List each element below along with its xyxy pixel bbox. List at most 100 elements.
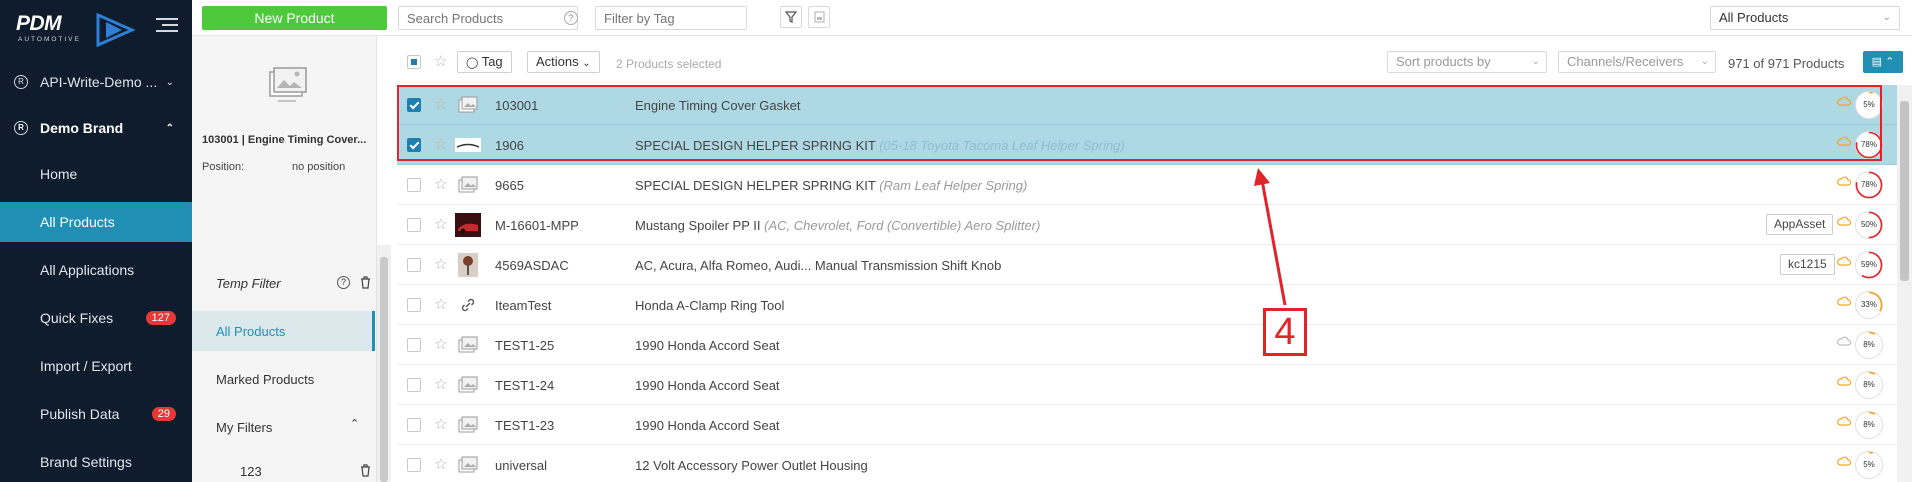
collapse-menu-icon[interactable] (156, 18, 178, 36)
sidebar-item-publish-data[interactable]: Publish Data 29 (0, 394, 192, 434)
new-product-button[interactable]: New Product (202, 6, 387, 30)
product-sku[interactable]: IteamTest (495, 298, 551, 313)
product-thumbnail[interactable] (455, 213, 481, 237)
product-name[interactable]: Mustang Spoiler PP II (AC, Chevrolet, Fo… (635, 218, 1040, 233)
sidebar-item-import-export[interactable]: Import / Export (0, 346, 192, 386)
help-icon[interactable]: ? (337, 276, 350, 289)
sidebar-item-all-applications[interactable]: All Applications (0, 250, 192, 290)
select-all-checkbox[interactable] (407, 55, 421, 69)
product-sku[interactable]: 9665 (495, 178, 524, 193)
sidebar-item-all-products[interactable]: All Products (0, 202, 192, 242)
star-icon[interactable]: ☆ (434, 415, 447, 433)
tag-button[interactable]: ◯ Tag (457, 51, 512, 73)
product-sku[interactable]: 4569ASDAC (495, 258, 569, 273)
star-icon[interactable]: ☆ (434, 335, 447, 353)
product-sku[interactable]: universal (495, 458, 547, 473)
row-checkbox[interactable] (407, 138, 421, 152)
product-name[interactable]: 1990 Honda Accord Seat (635, 418, 780, 433)
product-view-select[interactable]: All Products ⌄ (1710, 6, 1900, 30)
star-icon[interactable]: ☆ (434, 95, 447, 113)
channels-receivers-dropdown[interactable]: Channels/Receivers ⌄ (1558, 51, 1716, 73)
no-image-icon[interactable] (455, 453, 481, 477)
scrollbar-thumb[interactable] (380, 257, 388, 482)
product-sku[interactable]: 103001 (495, 98, 538, 113)
row-checkbox[interactable] (407, 418, 421, 432)
sort-products-dropdown[interactable]: Sort products by ⌄ (1387, 51, 1547, 73)
star-icon[interactable]: ☆ (434, 52, 447, 70)
no-image-icon[interactable] (455, 93, 481, 117)
row-checkbox[interactable] (407, 258, 421, 272)
table-row[interactable]: ☆ M-16601-MPP Mustang Spoiler PP II (AC, C… (397, 205, 1897, 245)
product-name[interactable]: 1990 Honda Accord Seat (635, 338, 780, 353)
product-thumbnail[interactable] (455, 133, 481, 157)
completeness-indicator[interactable]: 50% (1855, 211, 1883, 239)
product-sku[interactable]: TEST1-24 (495, 378, 554, 393)
product-name[interactable]: Honda A-Clamp Ring Tool (635, 298, 784, 313)
save-filter-icon[interactable] (808, 6, 830, 28)
star-icon[interactable]: ☆ (434, 215, 447, 233)
star-icon[interactable]: ☆ (434, 375, 447, 393)
link-icon[interactable] (455, 293, 481, 317)
filter-by-tag-input[interactable] (595, 6, 747, 30)
table-row[interactable]: ☆ 103001 Engine Timing Cover Gasket 5% (397, 85, 1897, 125)
no-image-icon[interactable] (455, 373, 481, 397)
trash-icon[interactable] (360, 276, 371, 289)
no-image-icon[interactable] (455, 333, 481, 357)
scrollbar-thumb[interactable] (1900, 101, 1909, 281)
row-checkbox[interactable] (407, 458, 421, 472)
star-icon[interactable]: ☆ (434, 175, 447, 193)
product-tag[interactable]: kc1215 (1780, 254, 1835, 275)
star-icon[interactable]: ☆ (434, 455, 447, 473)
product-name[interactable]: 12 Volt Accessory Power Outlet Housing (635, 458, 868, 473)
product-sku[interactable]: M-16601-MPP (495, 218, 579, 233)
completeness-indicator[interactable]: 5% (1855, 91, 1883, 119)
star-icon[interactable]: ☆ (434, 135, 447, 153)
row-checkbox[interactable] (407, 98, 421, 112)
product-thumbnail[interactable] (455, 253, 481, 277)
table-row[interactable]: ☆ TEST1-25 1990 Honda Accord Seat 8% (397, 325, 1897, 365)
table-row[interactable]: ☆ IteamTest Honda A-Clamp Ring Tool 33% (397, 285, 1897, 325)
table-row[interactable]: ☆ universal 12 Volt Accessory Power Outlet… (397, 445, 1897, 482)
trash-icon[interactable] (360, 464, 371, 477)
product-name[interactable]: AC, Acura, Alfa Romeo, Audi... Manual Tr… (635, 258, 1001, 273)
search-help-icon[interactable]: ? (564, 11, 578, 25)
filter-marked-products[interactable]: Marked Products (192, 359, 375, 399)
row-checkbox[interactable] (407, 378, 421, 392)
pdm-logo[interactable]: PDM AUTOMOTIVE (14, 10, 139, 47)
completeness-indicator[interactable]: 5% (1855, 451, 1883, 479)
row-checkbox[interactable] (407, 218, 421, 232)
table-row[interactable]: ☆ 4569ASDAC AC, Acura, Alfa Romeo, Audi...… (397, 245, 1897, 285)
account-demo-brand[interactable]: R Demo Brand ⌃ (0, 108, 192, 148)
search-products-input[interactable] (398, 6, 578, 30)
completeness-indicator[interactable]: 8% (1855, 371, 1883, 399)
completeness-indicator[interactable]: 59% (1855, 251, 1883, 279)
product-name[interactable]: SPECIAL DESIGN HELPER SPRING KIT (Ram Le… (635, 178, 1027, 193)
product-sku[interactable]: 1906 (495, 138, 524, 153)
table-row[interactable]: ☆ 1906 SPECIAL DESIGN HELPER SPRING KIT (0… (397, 125, 1897, 165)
product-list-scrollbar[interactable] (1897, 85, 1912, 482)
product-sku[interactable]: TEST1-25 (495, 338, 554, 353)
product-tag[interactable]: AppAsset (1766, 214, 1834, 235)
row-checkbox[interactable] (407, 338, 421, 352)
no-image-icon[interactable] (455, 413, 481, 437)
row-checkbox[interactable] (407, 178, 421, 192)
sidebar-item-brand-settings[interactable]: Brand Settings (0, 442, 192, 482)
my-filters-header[interactable]: My Filters ⌃ (192, 407, 375, 447)
left-panel-scrollbar[interactable] (377, 245, 391, 482)
product-name[interactable]: 1990 Honda Accord Seat (635, 378, 780, 393)
sidebar-item-quick-fixes[interactable]: Quick Fixes 127 (0, 298, 192, 338)
sidebar-item-home[interactable]: Home (0, 154, 192, 194)
my-filter-item[interactable]: 123 (192, 451, 375, 482)
completeness-indicator[interactable]: 33% (1855, 291, 1883, 319)
column-view-button[interactable]: ▤ ⌃ (1863, 51, 1903, 73)
no-image-icon[interactable] (455, 173, 481, 197)
table-row[interactable]: ☆ TEST1-24 1990 Honda Accord Seat 8% (397, 365, 1897, 405)
completeness-indicator[interactable]: 8% (1855, 331, 1883, 359)
completeness-indicator[interactable]: 8% (1855, 411, 1883, 439)
product-sku[interactable]: TEST1-23 (495, 418, 554, 433)
actions-button[interactable]: Actions ⌄ (527, 51, 600, 73)
product-name[interactable]: SPECIAL DESIGN HELPER SPRING KIT (05-18 … (635, 138, 1125, 153)
completeness-indicator[interactable]: 78% (1855, 171, 1883, 199)
temp-filter-item[interactable]: Temp Filter ? (192, 263, 375, 303)
star-icon[interactable]: ☆ (434, 255, 447, 273)
